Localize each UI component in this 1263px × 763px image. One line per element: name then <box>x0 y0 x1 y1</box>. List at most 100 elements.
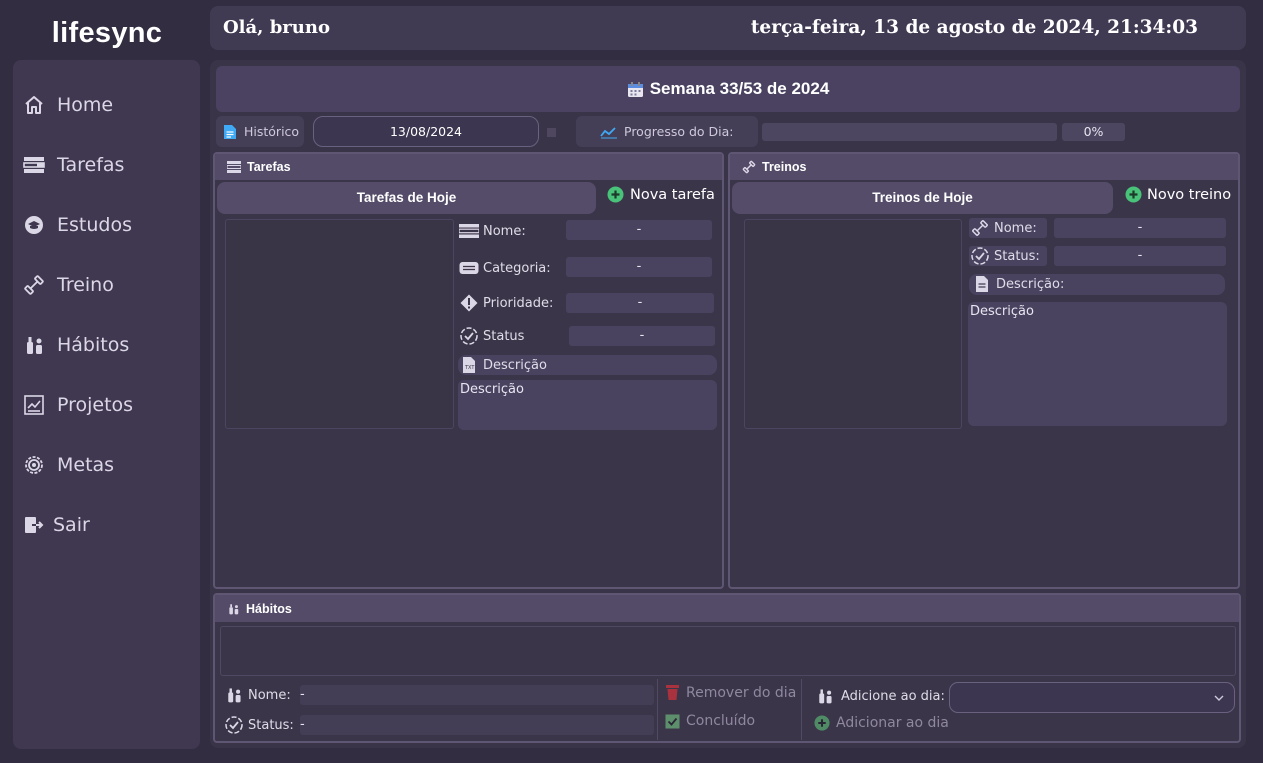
task-name-value: - <box>566 220 712 240</box>
workouts-panel-title: Treinos <box>762 160 807 174</box>
field-label: Adicione ao dia: <box>841 688 945 704</box>
dumbbell-icon <box>742 160 756 174</box>
workout-description-text: Descrição <box>968 302 1227 426</box>
status-icon <box>459 326 479 346</box>
dumbbell-icon <box>23 274 45 296</box>
divider <box>801 679 802 740</box>
plus-circle-icon <box>1125 186 1142 203</box>
sidebar-item-label: Treino <box>57 274 114 296</box>
logout-icon <box>23 514 45 536</box>
remove-from-day-label: Remover do dia <box>686 684 797 701</box>
sidebar-item-habitos[interactable]: Hábitos <box>13 323 200 367</box>
habit-name-value: - <box>300 685 654 705</box>
task-name-label: Nome: <box>459 221 526 241</box>
task-category-label: Categoria: <box>459 258 551 278</box>
habits-icon <box>224 685 244 705</box>
task-category-value: - <box>566 257 712 277</box>
habit-select[interactable] <box>949 682 1235 713</box>
trend-icon <box>600 125 618 139</box>
task-description-text: Descrição <box>458 380 717 430</box>
home-icon <box>23 94 45 116</box>
habits-icon <box>815 686 835 706</box>
task-status-label: Status <box>459 326 524 346</box>
workout-name-value: - <box>1054 218 1226 238</box>
sidebar-item-treino[interactable]: Treino <box>13 263 200 307</box>
sidebar-item-estudos[interactable]: Estudos <box>13 203 200 247</box>
new-workout-label: Novo treino <box>1147 186 1232 203</box>
field-label: Descrição: <box>996 276 1065 292</box>
plus-circle-icon <box>607 186 624 203</box>
habits-panel-header: Hábitos <box>215 595 1239 622</box>
tasks-list[interactable] <box>225 219 454 429</box>
field-label: Nome: <box>483 223 526 239</box>
date-picker-indicator <box>547 128 556 137</box>
tasks-icon <box>227 161 241 173</box>
sidebar-item-label: Tarefas <box>57 154 125 176</box>
chevron-down-icon <box>1214 694 1224 702</box>
field-label: Prioridade: <box>483 295 554 311</box>
habits-panel-title: Hábitos <box>246 601 292 616</box>
tasks-panel-title: Tarefas <box>247 160 291 174</box>
field-label: Categoria: <box>483 260 551 276</box>
note-icon <box>972 274 992 294</box>
category-icon <box>459 258 479 278</box>
header-bar: Olá, bruno terça-feira, 13 de agosto de … <box>210 6 1246 50</box>
field-label: Nome: <box>994 220 1037 236</box>
sidebar-item-sair[interactable]: Sair <box>13 503 200 547</box>
tasks-panel-header: Tarefas <box>215 154 722 180</box>
graduation-cap-icon <box>23 214 45 236</box>
field-label: Descrição <box>483 357 547 373</box>
add-to-day-label: Adicionar ao dia <box>836 715 949 731</box>
sidebar: Home Tarefas Estudos Treino Hábitos Proj… <box>13 60 200 749</box>
week-banner: Semana 33/53 de 2024 <box>216 66 1240 112</box>
document-icon <box>223 124 237 140</box>
day-progress-bar <box>762 123 1057 141</box>
task-priority-label: Prioridade: <box>459 293 553 313</box>
list-icon <box>459 221 479 241</box>
habits-icon <box>23 334 45 356</box>
sidebar-item-tarefas[interactable]: Tarefas <box>13 143 200 187</box>
sidebar-item-projetos[interactable]: Projetos <box>13 383 200 427</box>
sidebar-item-label: Hábitos <box>57 334 130 356</box>
progress-label-box: Progresso do Dia: <box>576 116 758 147</box>
add-day-label: Adicione ao dia: <box>815 686 945 706</box>
sidebar-item-label: Sair <box>53 514 90 536</box>
trash-icon <box>665 684 680 701</box>
habit-name-label: Nome: <box>224 685 291 705</box>
app-logo: lifesync <box>51 17 163 49</box>
tasks-icon <box>23 154 45 176</box>
workout-status-label: Status: <box>970 246 1040 266</box>
workouts-list[interactable] <box>744 219 962 429</box>
mark-done-button[interactable]: Concluído <box>665 713 755 729</box>
history-button[interactable]: Histórico <box>216 116 304 147</box>
field-label: Nome: <box>248 687 291 703</box>
workouts-panel-header: Treinos <box>730 154 1238 180</box>
svg-text:TXT: TXT <box>464 365 475 371</box>
greeting: Olá, bruno <box>223 17 330 38</box>
task-priority-value: - <box>566 293 714 313</box>
habits-icon <box>227 602 240 616</box>
new-task-button[interactable]: Nova tarefa <box>607 186 715 203</box>
add-to-day-button[interactable]: Adicionar ao dia <box>814 715 949 731</box>
workout-status-value: - <box>1054 246 1226 266</box>
week-title: Semana 33/53 de 2024 <box>649 79 830 98</box>
workouts-today-button[interactable]: Treinos de Hoje <box>732 182 1113 214</box>
chart-icon <box>23 394 45 416</box>
sidebar-item-home[interactable]: Home <box>13 83 200 127</box>
progress-label: Progresso do Dia: <box>624 124 734 139</box>
history-label: Histórico <box>244 124 300 139</box>
remove-from-day-button[interactable]: Remover do dia <box>665 684 796 701</box>
workout-description-label: Descrição: <box>972 274 1064 294</box>
task-status-value: - <box>569 326 715 346</box>
habits-list[interactable] <box>220 626 1236 676</box>
habit-status-label: Status: <box>224 715 294 735</box>
date-picker[interactable]: 13/08/2024 <box>313 116 539 147</box>
tasks-today-button[interactable]: Tarefas de Hoje <box>217 182 596 214</box>
status-icon <box>224 715 244 735</box>
current-datetime: terça-feira, 13 de agosto de 2024, 21:34… <box>750 17 1198 38</box>
new-workout-button[interactable]: Novo treino <box>1125 186 1231 203</box>
field-label: Status <box>483 328 525 344</box>
sidebar-item-metas[interactable]: Metas <box>13 443 200 487</box>
text-file-icon: TXT <box>459 355 479 375</box>
workout-name-label: Nome: <box>970 218 1037 238</box>
